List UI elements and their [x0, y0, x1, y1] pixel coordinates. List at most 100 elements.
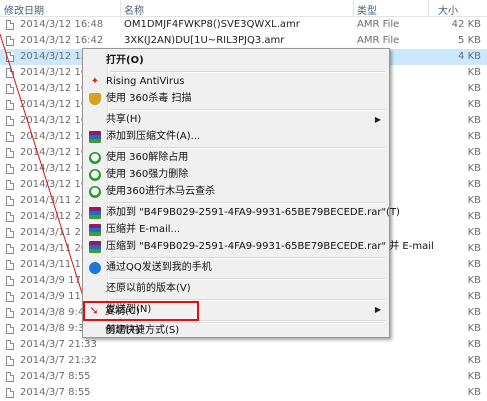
- file-size: KB: [467, 163, 481, 174]
- file-date: 2014/3/12 10:: [20, 67, 91, 78]
- file-icon: [6, 36, 14, 46]
- file-date: 2014/3/12 10:: [20, 99, 91, 110]
- 360-icon: ●: [89, 169, 101, 181]
- winrar-icon: [89, 224, 101, 236]
- file-date: 2014/3/12 10:: [20, 115, 91, 126]
- menu-item-label: 通过QQ发送到我的手机: [106, 262, 212, 273]
- file-type: AMR File: [357, 35, 400, 46]
- file-date: 2014/3/8 9:38: [20, 323, 91, 334]
- file-date: 2014/3/12 16:48: [20, 19, 104, 30]
- file-size: KB: [467, 179, 481, 190]
- file-date: 2014/3/11 21:: [20, 227, 91, 238]
- file-size: KB: [467, 211, 481, 222]
- menu-item-compress-email[interactable]: 压缩并 E-mail...: [85, 221, 387, 239]
- file-size: KB: [467, 371, 481, 382]
- file-icon: [6, 308, 14, 318]
- file-row[interactable]: 2014/3/7 8:55 KB: [0, 369, 487, 385]
- menu-item-label: 使用 360解除占用: [106, 152, 189, 163]
- file-icon: [6, 84, 14, 94]
- red-arrow-icon: ➘: [89, 304, 99, 317]
- menu-item-label: Rising AntiVirus: [106, 76, 185, 87]
- file-name: OM1DMJF4FWKP8()SVE3QWXL.amr: [124, 19, 300, 30]
- file-size: 4 KB: [458, 51, 481, 62]
- menu-item-copy[interactable]: ➘ 复制(C): [84, 303, 386, 321]
- rising-icon: ✦: [90, 76, 100, 87]
- file-size: KB: [467, 131, 481, 142]
- file-type: AMR File: [357, 19, 400, 30]
- menu-item-open[interactable]: 打开(O): [85, 52, 387, 70]
- file-size: 42 KB: [451, 19, 481, 30]
- file-size: KB: [467, 99, 481, 110]
- menu-item-add-archive[interactable]: 添加到压缩文件(A)...: [85, 128, 387, 146]
- menu-item-share[interactable]: 共享(H) ▶: [85, 111, 387, 129]
- winrar-icon: [89, 207, 101, 219]
- file-date: 2014/3/7 8:55: [20, 371, 91, 382]
- file-icon: [6, 164, 14, 174]
- file-row[interactable]: 2014/3/7 21:32 KB: [0, 353, 487, 369]
- file-row[interactable]: 2014/3/12 16:42 3XK(J2AN)DU[1U~RIL3PJQ3.a…: [0, 33, 487, 49]
- menu-item-rising[interactable]: ✦ Rising AntiVirus: [85, 73, 387, 91]
- file-size: KB: [467, 195, 481, 206]
- file-row[interactable]: 2014/3/7 8:55 KB: [0, 385, 487, 401]
- menu-item-label: 使用 360强力删除: [106, 169, 189, 180]
- file-icon: [6, 148, 14, 158]
- file-icon: [6, 180, 14, 190]
- file-icon: [6, 196, 14, 206]
- column-name[interactable]: 名称: [124, 2, 144, 17]
- file-icon: [6, 260, 14, 270]
- file-size: KB: [467, 307, 481, 318]
- file-icon: [6, 20, 14, 30]
- file-date: 2014/3/11 17:: [20, 259, 91, 270]
- file-size: KB: [467, 275, 481, 286]
- column-date[interactable]: 修改日期: [4, 2, 44, 17]
- column-header: 修改日期 名称 类型 大小: [0, 0, 487, 17]
- context-menu: 打开(O) ✦ Rising AntiVirus 使用 360杀毒 扫描 共享(…: [82, 48, 434, 338]
- file-date: 2014/3/11 20:: [20, 243, 91, 254]
- menu-item-label: 共享(H): [106, 114, 142, 125]
- file-size: KB: [467, 323, 481, 334]
- file-icon: [6, 132, 14, 142]
- submenu-arrow-icon: ▶: [374, 115, 381, 124]
- column-size[interactable]: 大小: [438, 2, 458, 17]
- file-icon: [6, 372, 14, 382]
- 360-icon: ●: [89, 152, 101, 164]
- file-size: KB: [467, 83, 481, 94]
- menu-item-label: 添加到 "B4F9B029-2591-4FA9-9931-65BE79BECED…: [106, 207, 400, 218]
- file-size: 5 KB: [458, 35, 481, 46]
- file-date: 2014/3/12 10:: [20, 131, 91, 142]
- menu-item-unlock360[interactable]: ● 使用 360解除占用: [85, 149, 387, 167]
- file-name: 3XK(J2AN)DU[1U~RIL3PJQ3.amr: [124, 35, 285, 46]
- file-date: 2014/3/9 11:: [20, 291, 85, 302]
- menu-item-trojan-scan[interactable]: ● 使用360进行木马云查杀: [85, 183, 387, 201]
- menu-item-create-shortcut[interactable]: 创建快捷方式(S): [84, 322, 386, 336]
- winrar-icon: [89, 131, 101, 143]
- file-row[interactable]: 2014/3/12 16:48 OM1DMJF4FWKP8()SVE3QWXL.a…: [0, 17, 487, 33]
- menu-item-add-rar[interactable]: 添加到 "B4F9B029-2591-4FA9-9931-65BE79BECED…: [85, 204, 400, 222]
- file-icon: [6, 388, 14, 398]
- file-icon: [6, 244, 14, 254]
- file-date: 2014/3/8 9:48: [20, 307, 91, 318]
- menu-item-qq-send[interactable]: 通过QQ发送到我的手机: [85, 259, 387, 277]
- 360-icon: ●: [89, 186, 101, 198]
- qq-icon: [89, 262, 101, 274]
- file-date: 2014/3/7 21:32: [20, 355, 97, 366]
- file-icon: [6, 52, 14, 62]
- file-size: KB: [467, 147, 481, 158]
- file-size: KB: [467, 387, 481, 398]
- column-type[interactable]: 类型: [357, 2, 377, 17]
- menu-item-label: 添加到压缩文件(A)...: [106, 131, 201, 142]
- menu-item-label: 还原以前的版本(V): [106, 283, 191, 294]
- file-size: KB: [467, 339, 481, 350]
- menu-item-scan360[interactable]: 使用 360杀毒 扫描: [85, 90, 387, 108]
- file-size: KB: [467, 115, 481, 126]
- menu-item-label: 使用 360杀毒 扫描: [106, 93, 192, 104]
- menu-item-compress-rar-email[interactable]: 压缩到 "B4F9B029-2591-4FA9-9931-65BE79BECED…: [85, 238, 434, 256]
- menu-item-restore[interactable]: 还原以前的版本(V): [85, 280, 387, 298]
- file-size: KB: [467, 227, 481, 238]
- file-icon: [6, 324, 14, 334]
- file-date: 2014/3/11 22:: [20, 195, 91, 206]
- file-size: KB: [467, 291, 481, 302]
- file-icon: [6, 228, 14, 238]
- file-date: 2014/3/12 16:42: [20, 35, 104, 46]
- menu-item-force-delete360[interactable]: ● 使用 360强力删除: [85, 166, 387, 184]
